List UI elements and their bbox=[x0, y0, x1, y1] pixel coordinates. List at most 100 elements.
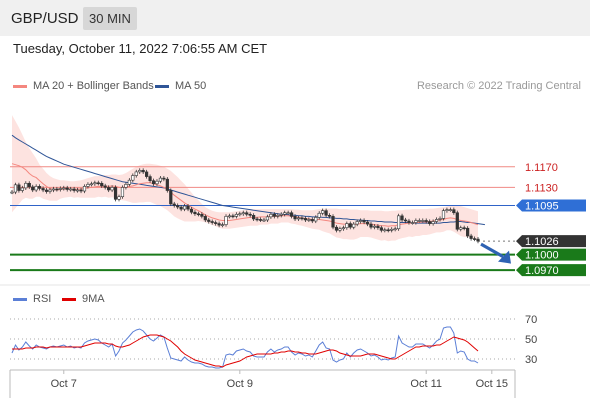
candle-body bbox=[469, 235, 473, 239]
candle-body bbox=[321, 210, 325, 214]
candle-body bbox=[303, 218, 308, 221]
candle-body bbox=[414, 220, 418, 223]
level-label-1.1026: 1.1026 bbox=[525, 236, 559, 248]
level-label-1.1170: 1.1170 bbox=[525, 162, 558, 174]
candle-body bbox=[124, 184, 128, 188]
candle-body bbox=[355, 221, 359, 225]
candle-body bbox=[379, 227, 383, 231]
candle-body bbox=[214, 222, 218, 224]
candle-body bbox=[252, 215, 256, 220]
rsi-tick-label-30: 30 bbox=[525, 354, 537, 366]
candle-body bbox=[162, 177, 166, 180]
candle-body bbox=[151, 180, 156, 185]
candle-body bbox=[138, 170, 142, 173]
candle-body bbox=[113, 187, 118, 200]
candle-body bbox=[189, 208, 194, 213]
candle-body bbox=[455, 212, 459, 230]
candle-body bbox=[293, 216, 297, 220]
x-tick-label-Oct-7: Oct 7 bbox=[51, 378, 77, 390]
candle-body bbox=[289, 212, 294, 217]
candle-body bbox=[110, 187, 114, 191]
candle-body bbox=[120, 187, 125, 198]
chart-widget: GBP/USD 30 MIN Tuesday, October 11, 2022… bbox=[0, 0, 590, 400]
candle-body bbox=[438, 218, 442, 220]
candle-body bbox=[397, 215, 401, 230]
candle-body bbox=[34, 186, 38, 191]
candle-body bbox=[369, 223, 373, 228]
candle-body bbox=[310, 219, 314, 222]
candle-body bbox=[69, 188, 73, 191]
candle-body bbox=[279, 213, 283, 216]
candle-body bbox=[362, 220, 366, 223]
candle-body bbox=[155, 180, 159, 185]
candle-body bbox=[158, 177, 163, 182]
candle-body bbox=[441, 210, 446, 219]
candle-body bbox=[462, 227, 466, 230]
candle-body bbox=[127, 179, 131, 185]
candle-body bbox=[241, 212, 245, 215]
candle-body bbox=[459, 227, 463, 230]
candle-body bbox=[20, 187, 24, 191]
candle-body bbox=[348, 223, 352, 228]
candle-body bbox=[44, 189, 49, 192]
candle-body bbox=[203, 216, 207, 221]
candle-body bbox=[58, 188, 62, 190]
candle-body bbox=[231, 215, 235, 218]
level-label-1.1095: 1.1095 bbox=[525, 201, 559, 213]
candle-body bbox=[179, 206, 183, 210]
candle-body bbox=[431, 221, 435, 224]
candle-body bbox=[24, 182, 28, 189]
candle-body bbox=[41, 188, 45, 191]
candle-body bbox=[407, 220, 411, 223]
candle-body bbox=[276, 215, 280, 217]
candle-body bbox=[307, 219, 311, 221]
candle-body bbox=[134, 171, 138, 176]
candle-body bbox=[365, 221, 370, 225]
candle-body bbox=[258, 219, 263, 221]
candle-body bbox=[269, 213, 273, 218]
candle-body bbox=[476, 238, 480, 242]
candle-body bbox=[417, 220, 421, 222]
candle-body bbox=[75, 189, 80, 192]
candle-body bbox=[169, 190, 173, 205]
candle-body bbox=[220, 224, 225, 226]
candle-body bbox=[300, 217, 304, 220]
candle-body bbox=[186, 205, 190, 210]
candle-body bbox=[390, 228, 394, 231]
candle-body bbox=[17, 184, 21, 191]
candle-body bbox=[51, 188, 56, 191]
candle-body bbox=[255, 218, 259, 221]
candle-body bbox=[283, 212, 287, 215]
candle-body bbox=[217, 223, 221, 226]
candle-body bbox=[345, 223, 349, 229]
candle-body bbox=[200, 213, 204, 217]
candle-body bbox=[13, 184, 18, 193]
candle-body bbox=[452, 209, 456, 214]
candle-body bbox=[383, 229, 387, 232]
candle-body bbox=[372, 225, 377, 228]
candle-body bbox=[176, 205, 180, 208]
rsi-tick-label-50: 50 bbox=[525, 334, 537, 346]
candle-body bbox=[245, 212, 249, 215]
candle-body bbox=[317, 212, 321, 218]
candle-body bbox=[327, 215, 332, 217]
candle-body bbox=[238, 213, 242, 216]
candle-body bbox=[386, 229, 390, 232]
candle-body bbox=[341, 227, 345, 230]
candle-body bbox=[359, 220, 363, 222]
candle-body bbox=[352, 223, 356, 228]
candle-body bbox=[466, 227, 470, 237]
candle-body bbox=[445, 209, 449, 211]
x-tick-label-Oct-11: Oct 11 bbox=[410, 378, 442, 390]
candle-body bbox=[272, 213, 276, 217]
level-label-1.1130: 1.1130 bbox=[525, 182, 558, 194]
candle-body bbox=[196, 213, 201, 216]
candle-body bbox=[65, 187, 69, 190]
candle-body bbox=[248, 213, 252, 216]
candle-body bbox=[472, 238, 477, 240]
candle-body bbox=[131, 175, 135, 181]
candle-body bbox=[207, 219, 211, 222]
x-tick-label-Oct-9: Oct 9 bbox=[227, 378, 253, 390]
candle-body bbox=[410, 222, 415, 224]
candle-body bbox=[100, 182, 104, 187]
